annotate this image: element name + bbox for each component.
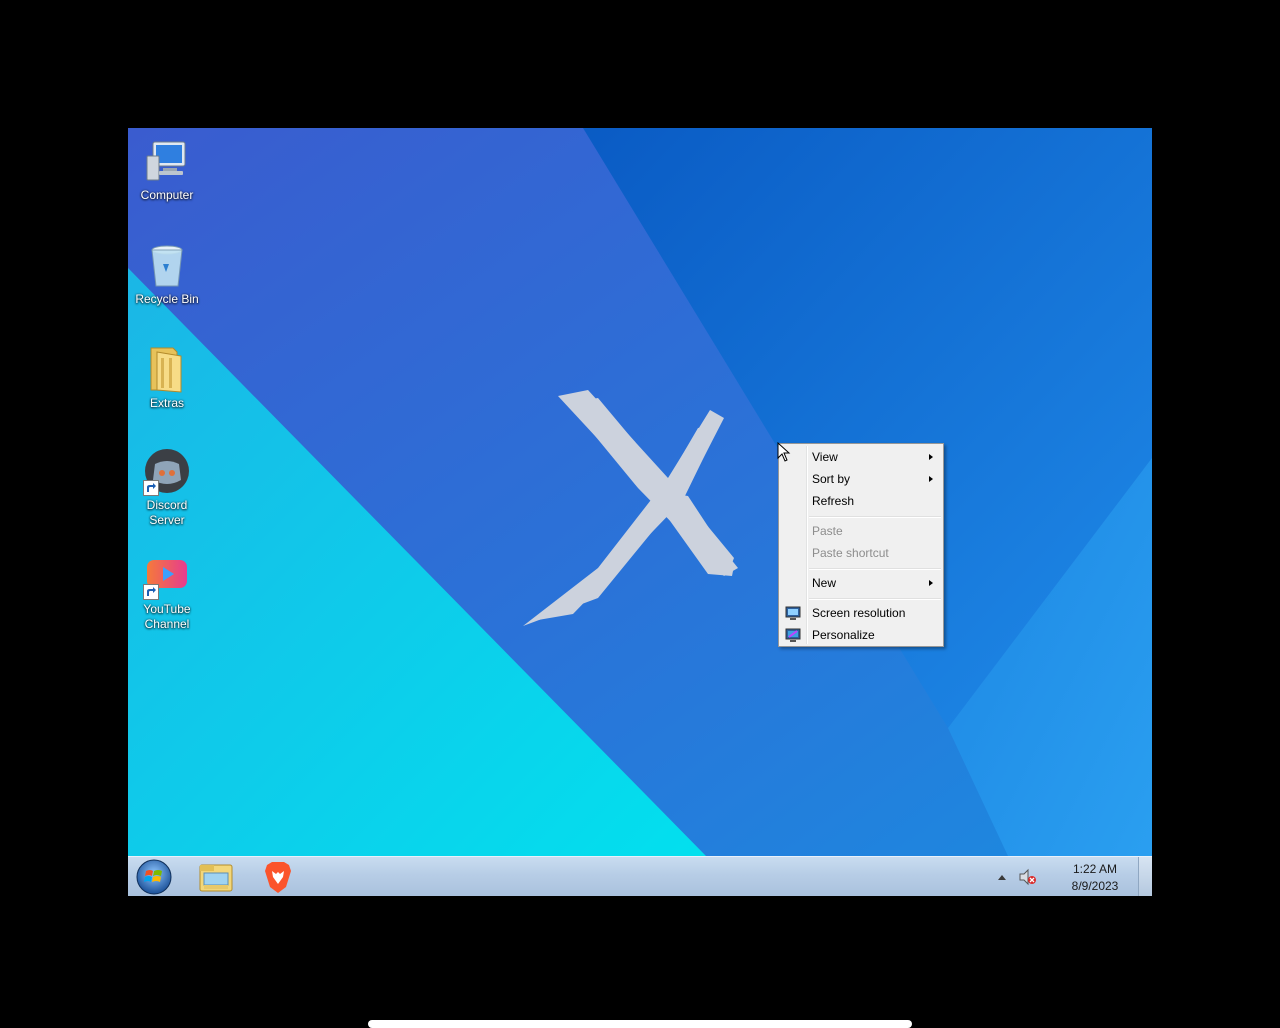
clock-date: 8/9/2023 <box>1071 879 1119 893</box>
submenu-arrow-icon <box>929 580 933 586</box>
submenu-arrow-icon <box>929 454 933 460</box>
desktop-icon-label: Recycle Bin <box>135 292 199 306</box>
menu-item-label: Paste shortcut <box>812 546 889 560</box>
recycle-bin-icon <box>143 242 191 290</box>
menu-item-sort-by[interactable]: Sort by <box>781 468 941 490</box>
menu-item-personalize[interactable]: Personalize <box>781 624 941 646</box>
youtube-icon <box>143 552 191 600</box>
submenu-arrow-icon <box>929 476 933 482</box>
personalize-icon <box>785 627 801 643</box>
desktop-icon-computer[interactable]: Computer <box>128 138 207 203</box>
clock-time: 1:22 AM <box>1072 862 1118 876</box>
menu-item-label: Personalize <box>812 628 875 642</box>
menu-item-label: Sort by <box>812 472 851 486</box>
screen-resolution-icon <box>785 605 801 621</box>
folder-icon <box>143 346 191 394</box>
windows-logo-icon <box>136 859 172 895</box>
menu-item-label: Screen resolution <box>812 606 906 620</box>
shortcut-arrow-icon <box>143 584 159 600</box>
menu-separator <box>809 568 941 570</box>
discord-icon <box>143 448 191 496</box>
menu-item-view[interactable]: View <box>781 446 941 468</box>
desktop-icon-extras[interactable]: Extras <box>128 346 207 411</box>
desktop-icon-recycle-bin[interactable]: Recycle Bin <box>128 242 207 307</box>
menu-item-label: New <box>812 576 837 590</box>
menu-separator <box>809 598 941 600</box>
computer-icon <box>143 138 191 186</box>
menu-separator <box>809 516 941 518</box>
shortcut-arrow-icon <box>143 480 159 496</box>
menu-item-screen-resolution[interactable]: Screen resolution <box>781 602 941 624</box>
start-button[interactable] <box>135 858 173 896</box>
show-hidden-icons-button[interactable] <box>998 875 1006 880</box>
taskbar-brave-button[interactable] <box>250 859 306 895</box>
taskbar-file-explorer-button[interactable] <box>188 859 244 895</box>
desktop-context-menu: View Sort by Refresh Paste Paste shortcu… <box>778 443 944 647</box>
desktop-icon-youtube-channel[interactable]: YouTube Channel <box>128 552 207 632</box>
desktop-icon-discord-server[interactable]: Discord Server <box>128 448 207 528</box>
taskbar: 1:22 AM 8/9/2023 <box>128 856 1152 896</box>
desktop-icon-label: Extras <box>149 396 184 410</box>
show-desktop-button[interactable] <box>1138 857 1152 896</box>
desktop-screen: Computer Recycle Bin Extras Discord Serv… <box>128 128 1152 896</box>
menu-item-label: View <box>812 450 838 464</box>
menu-item-new[interactable]: New <box>781 572 941 594</box>
volume-muted-icon[interactable] <box>1018 868 1038 886</box>
system-clock[interactable]: 1:22 AM 8/9/2023 <box>1058 861 1132 895</box>
menu-item-paste[interactable]: Paste <box>781 520 941 542</box>
menu-item-paste-shortcut[interactable]: Paste shortcut <box>781 542 941 564</box>
host-bottom-bar <box>368 1020 912 1028</box>
menu-item-refresh[interactable]: Refresh <box>781 490 941 512</box>
desktop-icon-label: YouTube Channel <box>143 602 191 631</box>
desktop-icon-label: Computer <box>140 188 194 202</box>
brave-icon <box>265 862 291 893</box>
desktop-icon-label: Discord Server <box>146 498 188 527</box>
menu-item-label: Refresh <box>812 494 855 508</box>
file-explorer-icon <box>199 864 233 892</box>
mouse-cursor-icon <box>777 442 791 462</box>
desktop-wallpaper[interactable] <box>128 128 1152 856</box>
menu-item-label: Paste <box>812 524 843 538</box>
